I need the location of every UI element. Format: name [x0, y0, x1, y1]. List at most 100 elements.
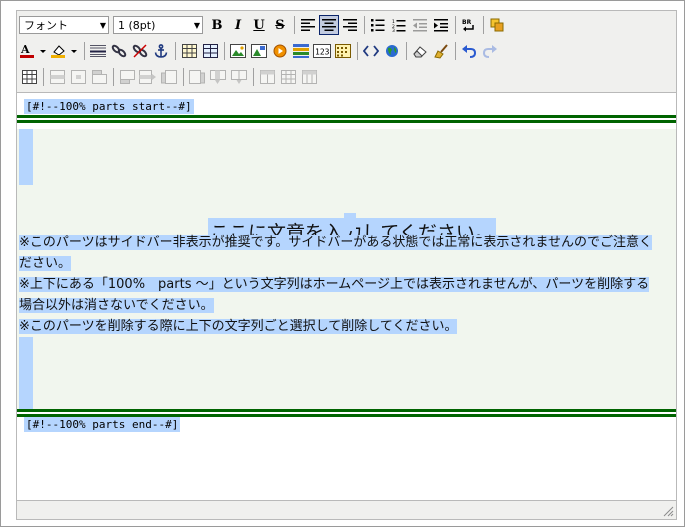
toolbar-separator	[253, 68, 254, 86]
table-grid-icon	[280, 70, 296, 84]
insert-column-before-icon	[161, 70, 177, 84]
font-size-select[interactable]: 1 (8pt) ▼	[113, 16, 203, 34]
window-frame: フォント ▼ 1 (8pt) ▼ B I U S 1 2 3 BR A 123 …	[0, 0, 685, 527]
text-color-icon: A	[20, 43, 46, 58]
insert-row-after-button[interactable]	[117, 67, 137, 87]
font-size-select-value: 1 (8pt)	[118, 18, 156, 32]
text-color-button[interactable]: A	[19, 41, 49, 61]
underline-icon: U	[253, 17, 265, 33]
table-delete-icon	[301, 70, 317, 84]
stripes-icon	[293, 44, 309, 58]
cell-properties-button[interactable]	[68, 67, 88, 87]
delete-column-button[interactable]	[208, 67, 228, 87]
remove-format-button[interactable]	[410, 41, 430, 61]
calendar-icon	[335, 44, 351, 58]
cell-properties-icon	[70, 70, 86, 84]
insert-image-button[interactable]	[228, 41, 248, 61]
table-properties-icon	[202, 44, 218, 58]
table-properties-button[interactable]	[200, 41, 220, 61]
layer-button[interactable]	[487, 15, 507, 35]
delete-row-button[interactable]	[138, 67, 158, 87]
redo-button[interactable]	[480, 41, 500, 61]
unlink-button[interactable]	[130, 41, 150, 61]
bullet-list-icon	[371, 18, 385, 31]
toolbar-separator	[224, 42, 225, 60]
table-grid-button[interactable]	[278, 67, 298, 87]
split-cells-button[interactable]	[229, 67, 249, 87]
toolbar-separator	[455, 16, 456, 34]
insert-row-before-icon	[91, 70, 107, 84]
align-center-button[interactable]	[319, 15, 339, 35]
resize-grip-icon[interactable]	[662, 505, 674, 517]
toolbar-separator	[364, 16, 365, 34]
cleanup-button[interactable]	[431, 41, 451, 61]
italic-icon: I	[234, 17, 242, 33]
numbered-list-icon: 123	[392, 19, 406, 32]
table-delete-button[interactable]	[299, 67, 319, 87]
toolbar-separator	[43, 68, 44, 86]
counter-icon: 123	[313, 44, 331, 58]
unlink-icon	[132, 44, 148, 58]
toolbar-separator	[183, 68, 184, 86]
divider-line-top	[17, 115, 676, 118]
italic-button[interactable]: I	[228, 15, 248, 35]
merge-cells-button[interactable]	[257, 67, 277, 87]
editor-content-area[interactable]: [#!--100% parts start--#] ここに文章を入力してください…	[17, 92, 676, 503]
note-2-line-2: 場合以外は消さないでください。	[19, 297, 214, 313]
delete-row-icon	[139, 70, 156, 84]
toolbar-row-3	[19, 65, 320, 89]
align-right-button[interactable]	[340, 15, 360, 35]
bullet-list-button[interactable]	[368, 15, 388, 35]
background-color-button[interactable]	[50, 41, 80, 61]
insert-row-after-icon	[119, 70, 135, 84]
toggle-table-guides-button[interactable]	[19, 67, 39, 87]
insert-media-button[interactable]	[249, 41, 269, 61]
row-properties-button[interactable]	[47, 67, 67, 87]
align-center-icon	[322, 19, 336, 31]
preview-button[interactable]	[382, 41, 402, 61]
split-cells-icon	[231, 70, 247, 84]
toolbar-row-2: A 123	[19, 39, 501, 63]
numbered-list-button[interactable]: 123	[389, 15, 409, 35]
note-3: ※このパーツを削除する際に上下の文字列ごと選択して削除してください。	[19, 317, 674, 338]
line-break-button[interactable]: BR	[459, 15, 479, 35]
table-icon	[181, 44, 197, 58]
insert-link-button[interactable]	[109, 41, 129, 61]
strikethrough-button[interactable]: S	[270, 15, 290, 35]
toolbar-separator	[406, 42, 407, 60]
indent-button[interactable]	[431, 15, 451, 35]
strikethrough-icon: S	[275, 17, 285, 33]
chevron-down-icon: ▼	[193, 20, 200, 30]
parts-panel[interactable]: ここに文章を入力してください。 ※このパーツはサイドバー非表示が推奨です。サイド…	[17, 129, 676, 409]
html-source-button[interactable]	[361, 41, 381, 61]
align-left-button[interactable]	[298, 15, 318, 35]
insert-column-after-button[interactable]	[187, 67, 207, 87]
insert-calendar-button[interactable]	[333, 41, 353, 61]
horizontal-rule-button[interactable]	[88, 41, 108, 61]
insert-row-before-button[interactable]	[89, 67, 109, 87]
note-1: ※このパーツはサイドバー非表示が推奨です。サイドバーがある状態では正常に表示され…	[19, 233, 674, 274]
svg-text:123: 123	[315, 48, 330, 57]
insert-table-button[interactable]	[179, 41, 199, 61]
bold-button[interactable]: B	[207, 15, 227, 35]
insert-flash-button[interactable]	[270, 41, 290, 61]
font-family-select[interactable]: フォント ▼	[19, 16, 109, 34]
image-icon	[230, 44, 246, 58]
align-right-icon	[343, 19, 357, 31]
outdent-button[interactable]	[410, 15, 430, 35]
divider-line-top	[17, 120, 676, 123]
toolbar-separator	[294, 16, 295, 34]
table-guides-icon	[21, 70, 37, 84]
redo-icon	[483, 45, 497, 58]
insert-box-button[interactable]	[291, 41, 311, 61]
globe-icon	[386, 45, 398, 57]
underline-button[interactable]: U	[249, 15, 269, 35]
anchor-button[interactable]	[151, 41, 171, 61]
indent-icon	[434, 18, 448, 31]
insert-counter-button[interactable]: 123	[312, 41, 332, 61]
delete-column-icon	[210, 70, 226, 84]
insert-column-before-button[interactable]	[159, 67, 179, 87]
undo-button[interactable]	[459, 41, 479, 61]
toolbar-separator	[84, 42, 85, 60]
toolbar-separator	[455, 42, 456, 60]
